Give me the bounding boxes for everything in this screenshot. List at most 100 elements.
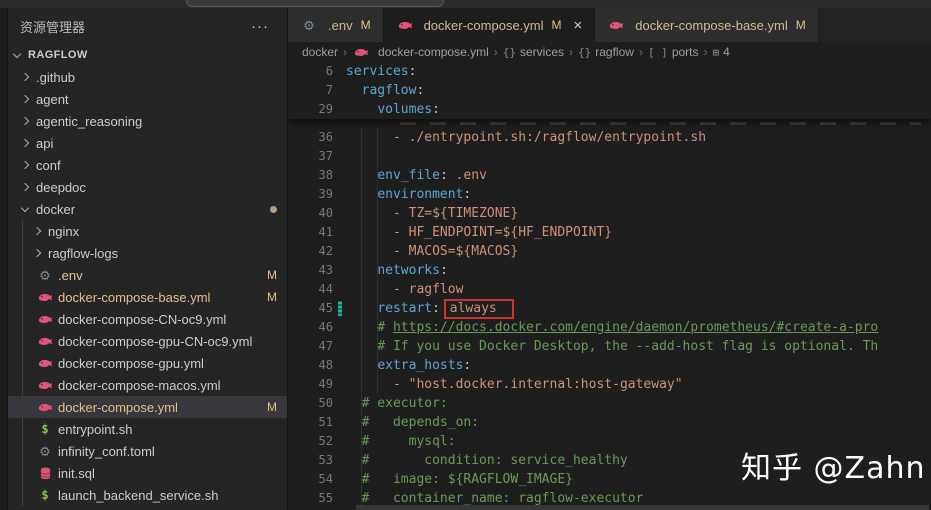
line-number: 37 [318,149,333,163]
gear-icon: ⚙ [303,17,315,33]
annotation-box: always [443,299,514,319]
sidebar-item-docker[interactable]: docker [8,198,287,220]
explorer-header: 资源管理器 ··· [8,8,287,44]
modified-badge: M [551,18,562,32]
breadcrumb-item-4[interactable]: ⊞ 4 [713,45,730,59]
line-number: 44 [318,282,333,296]
breadcrumb-item-ports[interactable]: [ ] ports [648,45,699,59]
sidebar-item-launch-backend-service-sh[interactable]: $ launch_backend_service.sh [8,484,287,506]
tab-label: docker-compose-base.yml [635,17,788,33]
code-line-51[interactable]: 51 # depends_on: [288,413,931,432]
code-line-45[interactable]: 45 restart: always [288,299,931,319]
line-content: services: [346,64,417,79]
code-line-36[interactable]: 36 - ./entrypoint.sh:/ragflow/entrypoint… [288,128,931,147]
code-line-48[interactable]: 48 extra_hosts: [288,356,931,375]
sidebar-item-conf[interactable]: conf [8,154,287,176]
line-number: 46 [318,320,333,334]
command-center[interactable] [186,0,444,7]
sidebar-item-docker-compose-base-yml[interactable]: docker-compose-base.yml M [8,286,287,308]
line-content: - ragflow [392,282,464,297]
code-line-44[interactable]: 44 - ragflow [288,280,931,299]
chevron-right-icon [20,94,30,104]
breadcrumb-item-services[interactable]: {} services [503,45,564,59]
item-label: infinity_conf.toml [58,443,155,459]
sidebar-item-env[interactable]: ⚙ .env M [8,264,287,286]
item-label: launch_backend_service.sh [58,487,219,503]
shell-icon: $ [41,488,49,502]
code-line-39[interactable]: 39 environment: [288,185,931,204]
modified-badge: M [267,268,277,282]
tab-docker-compose-yml[interactable]: docker-compose.yml M × [383,8,596,42]
sidebar-item-docker-compose-cn-oc9-yml[interactable]: docker-compose-CN-oc9.yml [8,308,287,330]
explorer-sidebar: 资源管理器 ··· RAGFLOW .github agent agentic_re… [0,8,288,510]
close-icon[interactable]: × [574,18,583,33]
explorer-title: 资源管理器 [20,19,86,35]
code-line-29[interactable]: 29 volumes: [288,100,931,119]
symbol-object-icon: {} [578,45,592,59]
code-line-43[interactable]: 43 networks: [288,261,931,280]
sidebar-item-agentic-reasoning[interactable]: agentic_reasoning [8,110,287,132]
line-content: # mysql: [361,434,456,449]
item-label: .env [58,267,83,283]
code-line-38[interactable]: 38 env_file: .env [288,166,931,185]
indent-guide [361,128,362,508]
code-line-6[interactable]: 6 services: [288,62,931,81]
watermark: 知乎 @Zahn [741,451,926,486]
section-ragflow[interactable]: RAGFLOW [8,44,287,66]
sidebar-item-docker-compose-gpu-yml[interactable]: docker-compose-gpu.yml [8,352,287,374]
sidebar-item-infinity-conf-toml[interactable]: ⚙ infinity_conf.toml [8,440,287,462]
sidebar-item-entrypoint-sh[interactable]: $ entrypoint.sh [8,418,287,440]
gear-icon: ⚙ [39,443,51,459]
sidebar-item-init-sql[interactable]: init.sql [8,462,287,484]
sidebar-item-docker-compose-macos-yml[interactable]: docker-compose-macos.yml [8,374,287,396]
item-label: deepdoc [36,179,86,195]
code-line-7[interactable]: 7 ragflow: [288,81,931,100]
sticky-scroll: 6 services: 7 ragflow: 29 volumes: [288,62,931,119]
sidebar-item-agent[interactable]: agent [8,88,287,110]
docker-whale-icon [607,19,625,31]
item-label: docker-compose-gpu.yml [58,355,204,371]
breadcrumb-label: docker [302,45,339,59]
item-label: conf [36,157,61,173]
code-line-37[interactable]: 37 [288,147,931,166]
code-line-50[interactable]: 50 # executor: [288,394,931,413]
more-actions-icon[interactable]: ··· [251,18,269,35]
code-line-47[interactable]: 47 # If you use Docker Desktop, the --ad… [288,337,931,356]
breadcrumb-separator: › [703,45,708,59]
sidebar-item-ragflow-logs[interactable]: ragflow-logs [8,242,287,264]
breadcrumb: docker › docker-compose.yml ›{} services ›{} r… [288,42,931,62]
line-number: 36 [318,130,333,144]
item-label: docker-compose-CN-oc9.yml [58,311,227,327]
line-content: - "host.docker.internal:host-gateway" [392,377,683,392]
breadcrumb-separator: › [343,45,348,59]
sidebar-item-github[interactable]: .github [8,66,287,88]
line-content: environment: [377,187,472,202]
docker-whale-icon [36,313,54,325]
breadcrumb-label: ragflow [595,45,634,59]
line-number: 45 [318,301,333,315]
modified-badge: M [360,18,371,32]
breadcrumb-item-docker-compose-yml[interactable]: docker-compose.yml [352,45,489,59]
docker-whale-icon [36,291,54,303]
tab-env[interactable]: ⚙ .env M [288,8,384,42]
line-content: # image: ${RAGFLOW_IMAGE} [361,472,573,487]
code-line-46[interactable]: 46 # https://docs.docker.com/engine/daem… [288,318,931,337]
sidebar-item-docker-compose-yml[interactable]: docker-compose.yml M [8,396,287,418]
section-label: RAGFLOW [28,49,88,61]
code-line-49[interactable]: 49 - "host.docker.internal:host-gateway" [288,375,931,394]
breadcrumb-label: 4 [723,45,730,59]
sidebar-item-docker-compose-gpu-cn-oc9-yml[interactable]: docker-compose-gpu-CN-oc9.yml [8,330,287,352]
tab-docker-compose-base-yml[interactable]: docker-compose-base.yml M [595,8,819,42]
sidebar-item-nginx[interactable]: nginx [8,220,287,242]
code-line-41[interactable]: 41 - HF_ENDPOINT=${HF_ENDPOINT} [288,223,931,242]
item-label: ragflow-logs [48,245,119,261]
line-content: # condition: service_healthy [361,453,628,468]
code-line-40[interactable]: 40 - TZ=${TIMEZONE} [288,204,931,223]
code-editor[interactable]: 36 - ./entrypoint.sh:/ragflow/entrypoint… [288,62,931,510]
breadcrumb-item-docker[interactable]: docker [302,45,338,59]
code-line-42[interactable]: 42 - MACOS=${MACOS} [288,242,931,261]
sidebar-item-deepdoc[interactable]: deepdoc [8,176,287,198]
sidebar-item-api[interactable]: api [8,132,287,154]
horizontal-scrollbar[interactable] [356,505,929,510]
breadcrumb-item-ragflow[interactable]: {} ragflow [578,45,634,59]
